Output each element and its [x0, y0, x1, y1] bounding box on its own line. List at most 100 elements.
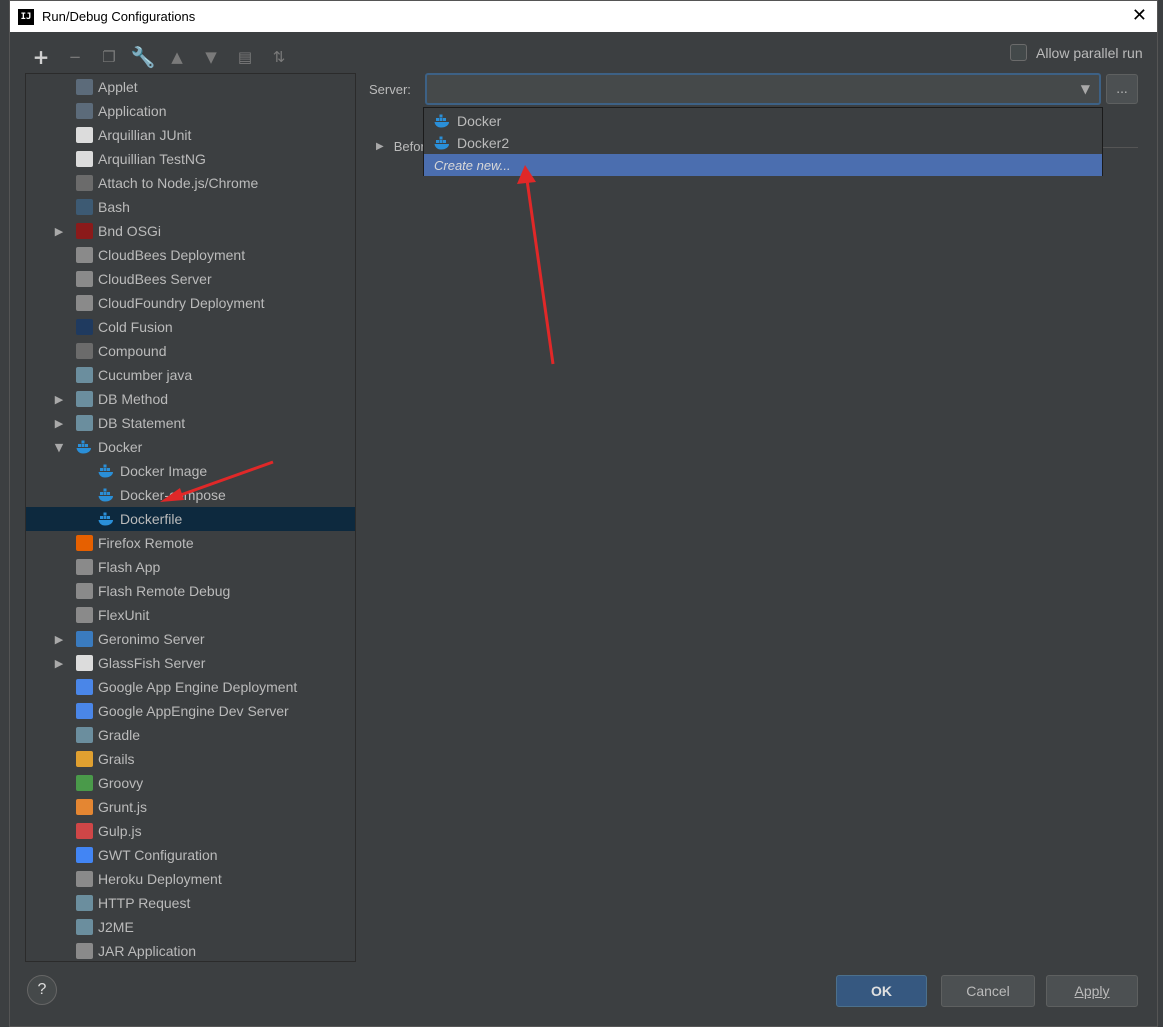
tree-item[interactable]: Grails: [26, 747, 355, 771]
tree-item[interactable]: Docker Image: [26, 459, 355, 483]
allow-parallel-checkbox[interactable]: [1010, 44, 1027, 61]
tree-item[interactable]: JAR Application: [26, 939, 355, 961]
tree-item[interactable]: Dockerfile: [26, 507, 355, 531]
remove-icon[interactable]: −: [62, 44, 88, 70]
tree-item[interactable]: Flash App: [26, 555, 355, 579]
move-down-icon[interactable]: ▼: [198, 44, 224, 70]
move-up-icon[interactable]: ▲: [164, 44, 190, 70]
tree-item[interactable]: Docker-compose: [26, 483, 355, 507]
tree-item-label: Google AppEngine Dev Server: [98, 703, 289, 719]
arquillian-icon: [76, 151, 93, 167]
db-statement-icon: [76, 415, 93, 431]
tree-item-label: HTTP Request: [98, 895, 191, 911]
tree-item[interactable]: Flash Remote Debug: [26, 579, 355, 603]
tree-item[interactable]: GWT Configuration: [26, 843, 355, 867]
apply-button[interactable]: Apply: [1046, 975, 1138, 1007]
add-icon[interactable]: +: [28, 44, 54, 70]
tree-item-label: Application: [98, 103, 167, 119]
tree-item[interactable]: ▶ DB Method: [26, 387, 355, 411]
tree-item-label: Arquillian JUnit: [98, 127, 192, 143]
tree-item[interactable]: Heroku Deployment: [26, 867, 355, 891]
tree-item[interactable]: Grunt.js: [26, 795, 355, 819]
expand-arrow-icon[interactable]: ▶: [53, 633, 65, 646]
folder-icon[interactable]: ▤: [232, 44, 258, 70]
tree-item[interactable]: Groovy: [26, 771, 355, 795]
tree-item[interactable]: ▶ Geronimo Server: [26, 627, 355, 651]
tree-item-label: Geronimo Server: [98, 631, 205, 647]
allow-parallel-run[interactable]: Allow parallel run: [1010, 44, 1143, 61]
tree-item[interactable]: Gulp.js: [26, 819, 355, 843]
wrench-icon[interactable]: 🔧: [130, 44, 156, 70]
gradle-icon: [76, 727, 93, 743]
chevron-down-icon[interactable]: ▼: [1081, 82, 1090, 96]
before-launch-label: Befor: [393, 139, 425, 154]
tree-item[interactable]: Gradle: [26, 723, 355, 747]
tree-item-label: JAR Application: [98, 943, 197, 959]
tree-item-label: DB Statement: [98, 415, 186, 431]
tree-item-label: Gulp.js: [98, 823, 142, 839]
tree-item-label: Firefox Remote: [98, 535, 194, 551]
geronimo-icon: [76, 631, 93, 647]
collapse-arrow-icon[interactable]: ▼: [53, 441, 65, 454]
cloudfoundry-icon: [76, 295, 93, 311]
flexunit-icon: [76, 607, 93, 623]
browse-server-button[interactable]: ...: [1106, 74, 1138, 104]
close-icon[interactable]: ✕: [1132, 5, 1147, 26]
tree-item-label: Grunt.js: [98, 799, 148, 815]
app-engine-icon: [76, 679, 93, 695]
docker-icon: [434, 113, 451, 129]
bash-icon: [76, 199, 93, 215]
tree-item[interactable]: Cold Fusion: [26, 315, 355, 339]
jar-icon: [76, 943, 93, 959]
tree-item[interactable]: Google App Engine Deployment: [26, 675, 355, 699]
tree-item[interactable]: HTTP Request: [26, 891, 355, 915]
ok-button[interactable]: OK: [836, 975, 927, 1007]
tree-item[interactable]: CloudBees Deployment: [26, 243, 355, 267]
tree-item[interactable]: Application: [26, 99, 355, 123]
tree-item[interactable]: Compound: [26, 339, 355, 363]
dropdown-create-new[interactable]: Create new...: [424, 154, 1102, 176]
dropdown-option-docker2[interactable]: Docker2: [424, 132, 1102, 154]
tree-item[interactable]: ▶ GlassFish Server: [26, 651, 355, 675]
sort-icon[interactable]: ⇅: [266, 44, 292, 70]
tree-item[interactable]: Bash: [26, 195, 355, 219]
expand-arrow-icon[interactable]: ▶: [53, 225, 65, 238]
run-debug-dialog: IJ Run/Debug Configurations ✕ + − ❐ 🔧 ▲ ▼ ▤ ⇅ A…: [9, 0, 1158, 1027]
help-button[interactable]: ?: [27, 975, 57, 1005]
tree-item[interactable]: CloudBees Server: [26, 267, 355, 291]
tree-item-label: Gradle: [98, 727, 141, 743]
tree-item[interactable]: FlexUnit: [26, 603, 355, 627]
tree-item[interactable]: ▼ Docker: [26, 435, 355, 459]
tree-item[interactable]: Cucumber java: [26, 363, 355, 387]
cancel-button[interactable]: Cancel: [941, 975, 1035, 1007]
tree-item-label: Bnd OSGi: [98, 223, 162, 239]
dropdown-option-docker[interactable]: Docker: [424, 110, 1102, 132]
tree-item[interactable]: ▶ DB Statement: [26, 411, 355, 435]
tree-item[interactable]: Arquillian JUnit: [26, 123, 355, 147]
expand-arrow-icon[interactable]: ▶: [53, 417, 65, 430]
db-method-icon: [76, 391, 93, 407]
tree-item-label: Flash App: [98, 559, 161, 575]
google-icon: [76, 847, 93, 863]
gulp-icon: [76, 823, 93, 839]
tree-item[interactable]: Applet: [26, 75, 355, 99]
application-icon: [76, 103, 93, 119]
copy-icon[interactable]: ❐: [96, 44, 122, 70]
tree-item[interactable]: Arquillian TestNG: [26, 147, 355, 171]
tree-item-label: Cucumber java: [98, 367, 193, 383]
glassfish-icon: [76, 655, 93, 671]
before-launch-section[interactable]: ▶ Befor: [376, 139, 425, 154]
tree-item[interactable]: ▶ Bnd OSGi: [26, 219, 355, 243]
tree-item-label: Heroku Deployment: [98, 871, 222, 887]
tree-item[interactable]: J2ME: [26, 915, 355, 939]
flash-icon: [76, 583, 93, 599]
tree-item[interactable]: Google AppEngine Dev Server: [26, 699, 355, 723]
tree-item[interactable]: Firefox Remote: [26, 531, 355, 555]
tree-item[interactable]: Attach to Node.js/Chrome: [26, 171, 355, 195]
expand-arrow-icon[interactable]: ▶: [376, 141, 384, 152]
server-combobox[interactable]: ▼: [425, 73, 1101, 105]
expand-arrow-icon[interactable]: ▶: [53, 657, 65, 670]
tree-item[interactable]: CloudFoundry Deployment: [26, 291, 355, 315]
expand-arrow-icon[interactable]: ▶: [53, 393, 65, 406]
server-label: Server:: [369, 82, 411, 97]
